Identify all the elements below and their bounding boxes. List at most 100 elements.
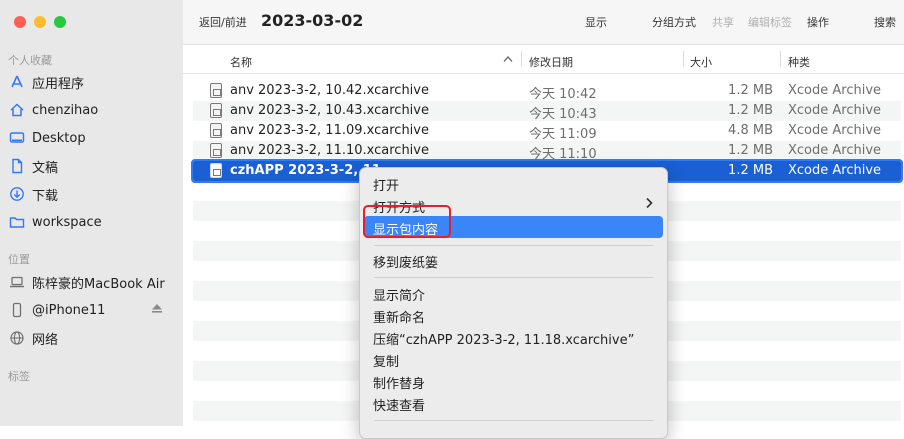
view-button[interactable]: 显示 bbox=[585, 14, 607, 30]
sidebar-item-label: 应用程序 bbox=[32, 76, 85, 92]
sidebar: 个人收藏 应用程序 chenzihao Desktop 文稿 下载 worksp bbox=[0, 0, 183, 426]
action-button[interactable]: 操作 bbox=[807, 14, 829, 30]
sidebar-item-workspace[interactable]: workspace bbox=[8, 210, 102, 234]
sidebar-item-label: 文稿 bbox=[32, 160, 59, 176]
menu-item-label: 打开 bbox=[373, 179, 400, 194]
column-name[interactable]: 名称 bbox=[230, 54, 252, 70]
file-date: 今天 11:09 bbox=[529, 127, 597, 142]
file-date: 今天 10:42 bbox=[529, 87, 597, 102]
column-divider[interactable] bbox=[521, 51, 522, 67]
sidebar-item-home[interactable]: chenzihao bbox=[8, 98, 98, 122]
menu-item-quick-look[interactable]: 快速查看 bbox=[364, 392, 663, 414]
menu-item-make-alias[interactable]: 制作替身 bbox=[364, 370, 663, 392]
file-name: anv 2023-3-2, 10.42.xcarchive bbox=[230, 83, 429, 98]
table-row[interactable]: anv 2023-3-2, 10.42.xcarchive 今天 10:42 1… bbox=[193, 81, 901, 102]
xcarchive-file-icon bbox=[210, 123, 222, 138]
minimize-window-button[interactable] bbox=[34, 16, 46, 28]
table-row[interactable]: anv 2023-3-2, 10.43.xcarchive 今天 10:43 1… bbox=[193, 101, 901, 122]
sidebar-item-label: workspace bbox=[32, 214, 102, 230]
toolbar: 返回/前进 2023-03-02 显示 分组方式 共享 编辑标签 操作 搜索 bbox=[183, 0, 904, 45]
file-name: anv 2023-3-2, 10.43.xcarchive bbox=[230, 103, 429, 118]
menu-item-move-to-trash[interactable]: 移到废纸篓 bbox=[364, 249, 663, 271]
column-header: 名称 修改日期 大小 种类 bbox=[183, 45, 904, 74]
table-row[interactable]: anv 2023-3-2, 11.09.xcarchive 今天 11:09 4… bbox=[193, 121, 901, 142]
menu-item-label: 压缩“czhAPP 2023-3-2, 11.18.xcarchive” bbox=[373, 333, 635, 348]
menu-item-open[interactable]: 打开 bbox=[364, 172, 663, 194]
menu-separator bbox=[374, 420, 653, 421]
file-size: 1.2 MB bbox=[728, 83, 773, 98]
sidebar-item-iphone[interactable]: @iPhone11 bbox=[8, 298, 105, 322]
sidebar-item-desktop[interactable]: Desktop bbox=[8, 126, 86, 150]
sort-chevron-icon[interactable] bbox=[503, 53, 513, 66]
file-date: 今天 11:10 bbox=[529, 147, 597, 162]
close-window-button[interactable] bbox=[14, 16, 26, 28]
desktop-icon bbox=[8, 129, 26, 147]
file-date: 今天 10:43 bbox=[529, 107, 597, 122]
menu-item-label: 快速查看 bbox=[373, 399, 426, 414]
chevron-right-icon bbox=[645, 197, 653, 213]
tags-section-label: 标签 bbox=[8, 370, 30, 383]
file-kind: Xcode Archive bbox=[788, 103, 882, 118]
locations-section-label: 位置 bbox=[8, 253, 30, 266]
folder-icon bbox=[8, 213, 26, 231]
sidebar-item-downloads[interactable]: 下载 bbox=[8, 182, 58, 206]
phone-icon bbox=[8, 301, 26, 319]
column-divider[interactable] bbox=[780, 51, 781, 67]
table-row[interactable]: anv 2023-3-2, 11.10.xcarchive 今天 11:10 1… bbox=[193, 141, 901, 162]
download-icon bbox=[8, 185, 26, 203]
home-icon bbox=[8, 101, 26, 119]
sidebar-item-label: @iPhone11 bbox=[32, 302, 106, 318]
share-button[interactable]: 共享 bbox=[712, 14, 734, 30]
column-size[interactable]: 大小 bbox=[690, 54, 712, 70]
column-kind[interactable]: 种类 bbox=[788, 54, 810, 70]
annotation-highlight-box bbox=[363, 205, 451, 238]
menu-item-compress[interactable]: 压缩“czhAPP 2023-3-2, 11.18.xcarchive” bbox=[364, 326, 663, 348]
file-name: anv 2023-3-2, 11.10.xcarchive bbox=[230, 143, 429, 158]
file-size: 1.2 MB bbox=[728, 163, 773, 178]
favorites-section-label: 个人收藏 bbox=[8, 54, 52, 67]
file-size: 1.2 MB bbox=[728, 103, 773, 118]
sidebar-item-label: chenzihao bbox=[32, 102, 99, 118]
menu-separator bbox=[374, 277, 653, 278]
network-icon bbox=[8, 329, 26, 347]
sidebar-item-documents[interactable]: 文稿 bbox=[8, 154, 58, 178]
zoom-window-button[interactable] bbox=[54, 16, 66, 28]
group-button[interactable]: 分组方式 bbox=[652, 14, 696, 30]
window-title: 2023-03-02 bbox=[261, 11, 364, 30]
sidebar-item-network[interactable]: 网络 bbox=[8, 326, 58, 350]
xcarchive-file-icon bbox=[210, 83, 222, 98]
menu-item-label: 移到废纸篓 bbox=[373, 256, 439, 271]
file-kind: Xcode Archive bbox=[788, 143, 882, 158]
back-forward-button[interactable]: 返回/前进 bbox=[199, 14, 247, 30]
menu-item-get-info[interactable]: 显示简介 bbox=[364, 282, 663, 304]
file-kind: Xcode Archive bbox=[788, 163, 882, 178]
sidebar-item-macbook[interactable]: 陈梓豪的MacBook Air bbox=[8, 270, 165, 294]
menu-item-label: 重新命名 bbox=[373, 311, 426, 326]
xcarchive-file-icon bbox=[210, 163, 222, 178]
file-kind: Xcode Archive bbox=[788, 83, 882, 98]
laptop-icon bbox=[8, 273, 26, 291]
column-divider[interactable] bbox=[683, 51, 684, 67]
sidebar-item-label: 下载 bbox=[32, 188, 59, 204]
eject-icon[interactable] bbox=[150, 301, 164, 315]
menu-item-label: 复制 bbox=[373, 355, 400, 370]
sidebar-item-label: 陈梓豪的MacBook Air bbox=[32, 276, 165, 292]
file-size: 4.8 MB bbox=[728, 123, 773, 138]
column-date[interactable]: 修改日期 bbox=[529, 54, 573, 70]
xcarchive-file-icon bbox=[210, 103, 222, 118]
sidebar-item-applications[interactable]: 应用程序 bbox=[8, 70, 84, 94]
xcarchive-file-icon bbox=[210, 143, 222, 158]
sidebar-item-label: Desktop bbox=[32, 130, 86, 146]
menu-item-label: 制作替身 bbox=[373, 377, 426, 392]
menu-separator bbox=[374, 245, 653, 246]
menu-item-rename[interactable]: 重新命名 bbox=[364, 304, 663, 326]
file-size: 1.2 MB bbox=[728, 143, 773, 158]
search-button[interactable]: 搜索 bbox=[874, 14, 896, 30]
menu-item-label: 显示简介 bbox=[373, 289, 426, 304]
menu-item-duplicate[interactable]: 复制 bbox=[364, 348, 663, 370]
sidebar-item-label: 网络 bbox=[32, 332, 59, 348]
edit-tags-button[interactable]: 编辑标签 bbox=[748, 14, 792, 30]
file-name: anv 2023-3-2, 11.09.xcarchive bbox=[230, 123, 429, 138]
document-icon bbox=[8, 157, 26, 175]
file-kind: Xcode Archive bbox=[788, 123, 882, 138]
